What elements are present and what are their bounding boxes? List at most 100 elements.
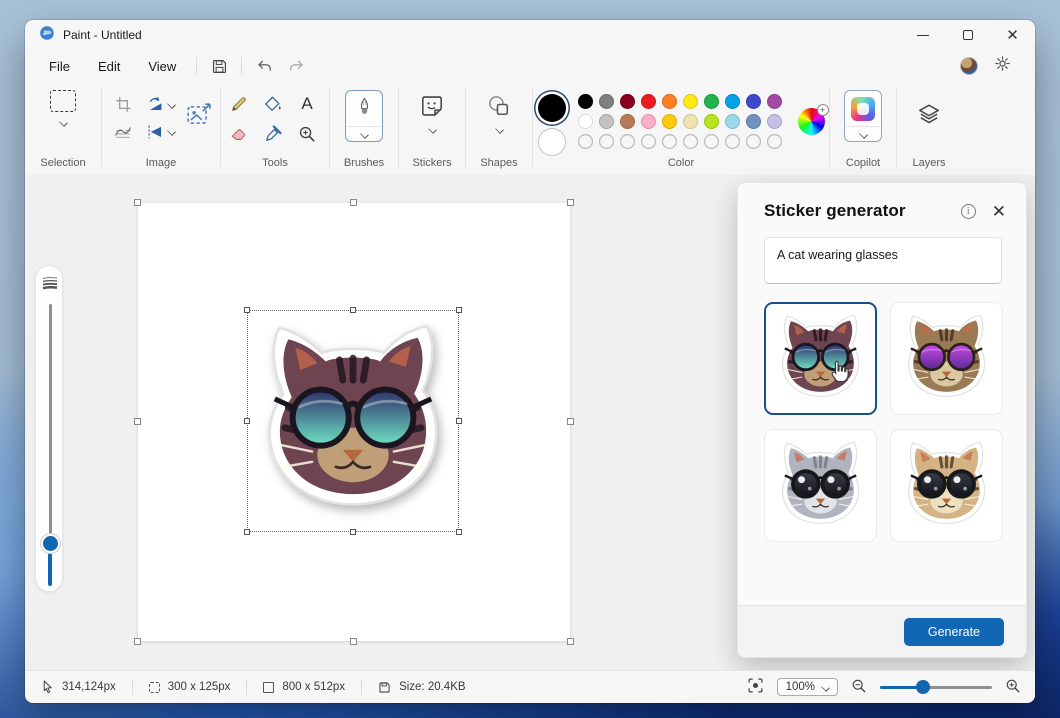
menu-view[interactable]: View [134, 54, 190, 79]
color-picker-button[interactable] [260, 122, 286, 146]
canvas-resize-handle[interactable] [350, 199, 357, 206]
rotate-button[interactable] [142, 92, 178, 116]
palette-color-swatch[interactable] [598, 94, 614, 109]
palette-color-swatch[interactable] [640, 114, 656, 129]
close-button[interactable]: ✕ [990, 20, 1035, 50]
palette-color-swatch[interactable] [619, 114, 635, 129]
palette-empty-slot[interactable] [641, 134, 656, 149]
palette-color-swatch[interactable] [598, 114, 614, 129]
zoom-in-button[interactable] [1005, 678, 1021, 697]
zoom-out-button[interactable] [851, 678, 867, 697]
save-button[interactable] [203, 54, 235, 78]
layers-button[interactable] [916, 102, 942, 133]
image-creator-button[interactable] [186, 102, 212, 133]
canvas-resize-handle[interactable] [567, 199, 574, 206]
palette-color-swatch[interactable] [661, 114, 677, 129]
selection-handle[interactable] [244, 307, 250, 313]
stickers-button[interactable] [420, 94, 444, 134]
fill-button[interactable] [260, 92, 286, 116]
canvas-resize-handle[interactable] [134, 418, 141, 425]
selection-handle[interactable] [244, 529, 250, 535]
zoom-slider[interactable] [880, 680, 992, 694]
menu-file[interactable]: File [35, 54, 84, 79]
resize-button[interactable] [110, 119, 136, 143]
shapes-button[interactable] [487, 94, 511, 134]
placed-cat-sticker[interactable] [251, 314, 455, 528]
slider-track[interactable] [48, 304, 52, 554]
palette-empty-slot[interactable] [683, 134, 698, 149]
palette-color-swatch[interactable] [724, 114, 740, 129]
text-tool-button[interactable]: A [294, 92, 320, 116]
palette-empty-slot[interactable] [578, 134, 593, 149]
selection-handle[interactable] [350, 529, 356, 535]
palette-color-swatch[interactable] [619, 94, 635, 109]
palette-color-swatch[interactable] [703, 114, 719, 129]
slider-thumb[interactable] [42, 536, 58, 551]
sticker-icon [422, 96, 442, 116]
magnifier-button[interactable] [294, 122, 320, 146]
palette-color-swatch[interactable] [724, 94, 740, 109]
palette-color-swatch[interactable] [745, 94, 761, 109]
menu-edit[interactable]: Edit [84, 54, 134, 79]
redo-button[interactable] [280, 54, 312, 78]
palette-empty-slot[interactable] [725, 134, 740, 149]
sticker-result-1[interactable] [764, 302, 877, 415]
generate-button[interactable]: Generate [903, 617, 1004, 646]
eraser-button[interactable] [226, 122, 252, 146]
drawing-canvas[interactable] [134, 199, 574, 645]
palette-color-swatch[interactable] [682, 114, 698, 129]
color1-swatch[interactable] [537, 94, 566, 122]
maximize-button[interactable] [945, 20, 990, 50]
palette-color-swatch[interactable] [661, 94, 677, 109]
paint-app-icon [39, 25, 55, 46]
palette-empty-slot[interactable] [767, 134, 782, 149]
minimize-button[interactable] [900, 20, 945, 50]
brushes-button[interactable] [345, 90, 383, 142]
settings-button[interactable] [994, 55, 1011, 77]
palette-color-swatch[interactable] [745, 114, 761, 129]
selection-handle[interactable] [244, 418, 250, 424]
canvas-resize-handle[interactable] [134, 638, 141, 645]
selection-handle[interactable] [456, 307, 462, 313]
info-icon[interactable]: i [960, 203, 976, 219]
palette-color-swatch[interactable] [682, 94, 698, 109]
selection-handle[interactable] [350, 307, 356, 313]
palette-color-swatch[interactable] [703, 94, 719, 109]
fit-to-screen-button[interactable] [747, 677, 764, 697]
flip-button[interactable] [142, 119, 178, 143]
canvas-resize-handle[interactable] [567, 418, 574, 425]
canvas-resize-handle[interactable] [134, 199, 141, 206]
selection-handle[interactable] [456, 418, 462, 424]
account-avatar[interactable] [960, 57, 978, 75]
copilot-button[interactable] [844, 90, 882, 142]
canvas-resize-handle[interactable] [350, 638, 357, 645]
file-size-icon [379, 681, 390, 693]
pencil-button[interactable] [226, 92, 252, 116]
selection-handle[interactable] [456, 529, 462, 535]
selection-tool-button[interactable] [50, 90, 76, 127]
prompt-input[interactable] [777, 248, 989, 262]
palette-color-swatch[interactable] [577, 94, 593, 109]
sticker-result-3[interactable] [764, 429, 877, 542]
palette-empty-slot[interactable] [746, 134, 761, 149]
sticker-selection[interactable] [244, 307, 462, 535]
zoom-level-dropdown[interactable]: 100% [776, 678, 838, 696]
sticker-result-4[interactable] [890, 429, 1003, 542]
palette-empty-slot[interactable] [599, 134, 614, 149]
crop-button[interactable] [110, 92, 136, 116]
brush-size-slider[interactable] [35, 265, 63, 592]
palette-empty-slot[interactable] [620, 134, 635, 149]
palette-color-swatch[interactable] [577, 114, 593, 129]
canvas-resize-handle[interactable] [567, 638, 574, 645]
edit-colors-button[interactable]: + [797, 104, 829, 135]
undo-button[interactable] [248, 54, 280, 78]
palette-empty-slot[interactable] [662, 134, 677, 149]
palette-empty-slot[interactable] [704, 134, 719, 149]
color2-swatch[interactable] [537, 128, 566, 156]
palette-color-swatch[interactable] [766, 94, 782, 109]
sticker-result-2[interactable] [890, 302, 1003, 415]
zoom-slider-thumb[interactable] [915, 680, 930, 694]
palette-color-swatch[interactable] [766, 114, 782, 129]
palette-color-swatch[interactable] [640, 94, 656, 109]
panel-close-icon[interactable]: ✕ [992, 203, 1006, 220]
